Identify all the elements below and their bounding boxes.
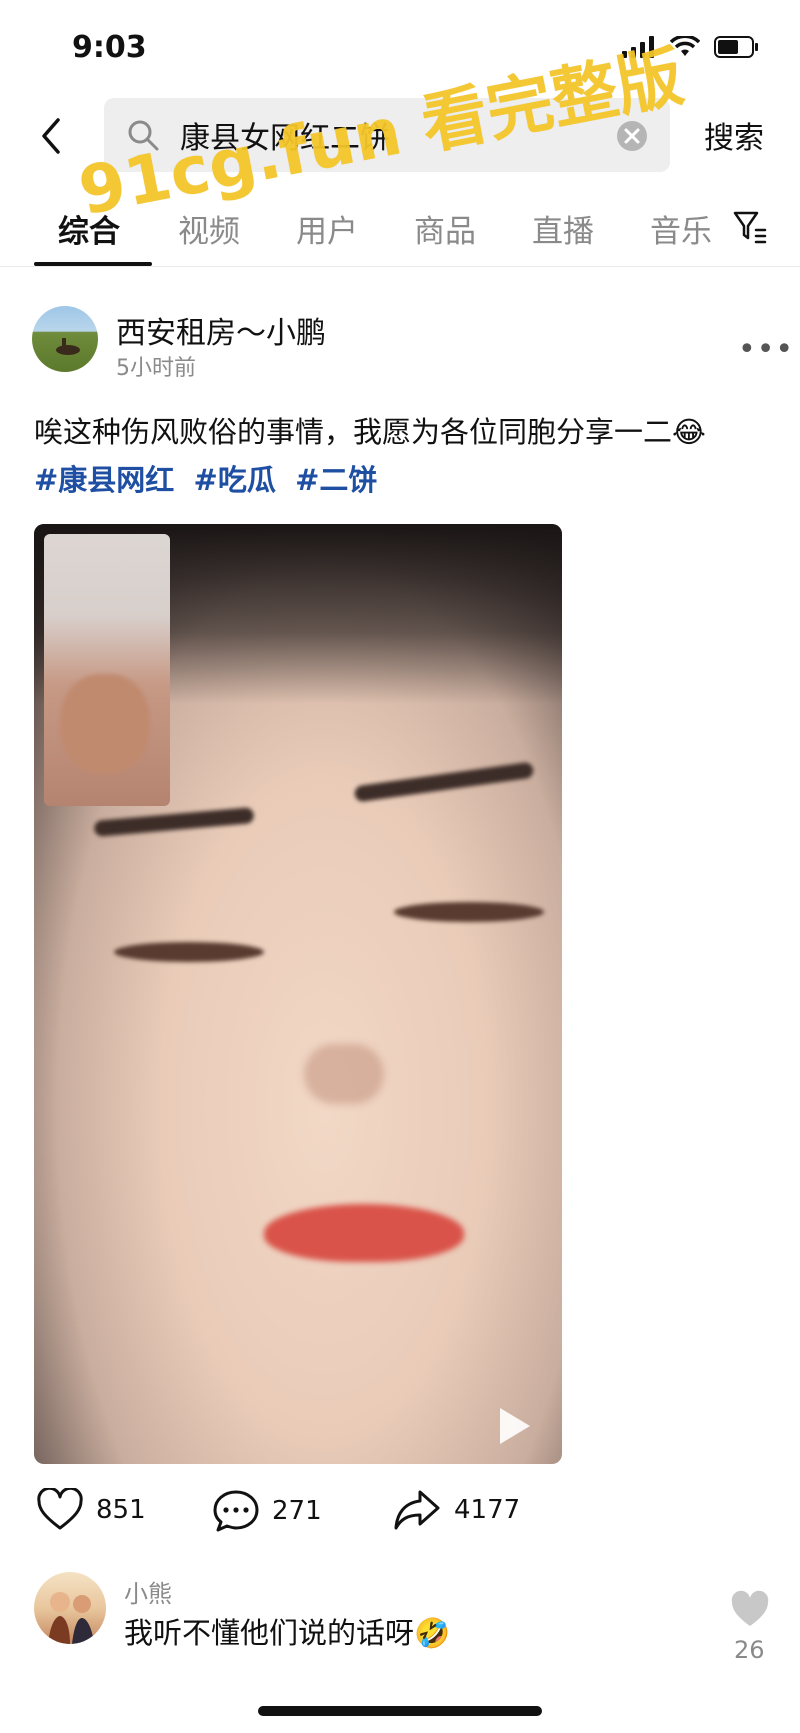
video-frame-detail: [394, 902, 544, 922]
post-time: 5小时前: [116, 356, 196, 381]
avatar[interactable]: [32, 306, 98, 372]
heart-icon: [731, 1590, 769, 1626]
video-frame-detail: [304, 1044, 384, 1104]
search-button[interactable]: 搜索: [704, 113, 764, 157]
tab-products[interactable]: 商品: [414, 206, 476, 251]
video-frame-detail: [93, 807, 255, 837]
filter-icon[interactable]: [732, 208, 768, 246]
heart-icon: [37, 1488, 83, 1530]
share-button[interactable]: 4177: [392, 1488, 520, 1532]
tab-music[interactable]: 音乐: [650, 206, 712, 251]
video-frame-detail: [353, 761, 535, 803]
hashtags: #康县网红 #吃瓜 #二饼: [34, 456, 774, 504]
tab-users[interactable]: 用户: [296, 206, 358, 251]
post-text: 唉这种伤风败俗的事情，我愿为各位同胞分享一二😂: [34, 415, 706, 449]
more-options-icon[interactable]: •••: [738, 332, 794, 367]
video-frame-detail: [60, 674, 150, 774]
comment-username[interactable]: 小熊: [124, 1574, 172, 1609]
share-icon: [394, 1490, 440, 1530]
comment-button[interactable]: 271: [212, 1488, 322, 1534]
back-button[interactable]: [32, 110, 72, 162]
share-count: 4177: [454, 1495, 521, 1525]
hashtag[interactable]: #康县网红: [34, 463, 174, 497]
video-call-inset: [44, 534, 170, 806]
battery-icon: [714, 36, 758, 58]
home-indicator[interactable]: [258, 1706, 542, 1716]
chevron-left-icon: [42, 118, 60, 154]
comment-like-count: 26: [734, 1636, 765, 1664]
video-frame-detail: [264, 1204, 464, 1262]
comment-count: 271: [272, 1496, 322, 1526]
comment-text: 我听不懂他们说的话呀🤣: [124, 1616, 451, 1650]
author-name[interactable]: 西安租房～小鹏: [116, 308, 326, 352]
comment-icon: [213, 1490, 259, 1532]
video-player[interactable]: [34, 524, 562, 1464]
comment-like-button[interactable]: [730, 1590, 770, 1630]
status-time: 9:03: [72, 30, 147, 65]
post-text-block: 唉这种伤风败俗的事情，我愿为各位同胞分享一二😂 #康县网红 #吃瓜 #二饼: [34, 408, 774, 504]
hashtag[interactable]: #吃瓜: [194, 463, 276, 497]
divider: [0, 266, 800, 267]
like-button[interactable]: 851: [36, 1488, 146, 1532]
like-count: 851: [96, 1495, 146, 1525]
hashtag[interactable]: #二饼: [295, 463, 377, 497]
tab-live[interactable]: 直播: [532, 206, 594, 251]
avatar[interactable]: [34, 1572, 106, 1644]
video-frame-detail: [114, 942, 264, 962]
play-icon[interactable]: [494, 1404, 534, 1448]
